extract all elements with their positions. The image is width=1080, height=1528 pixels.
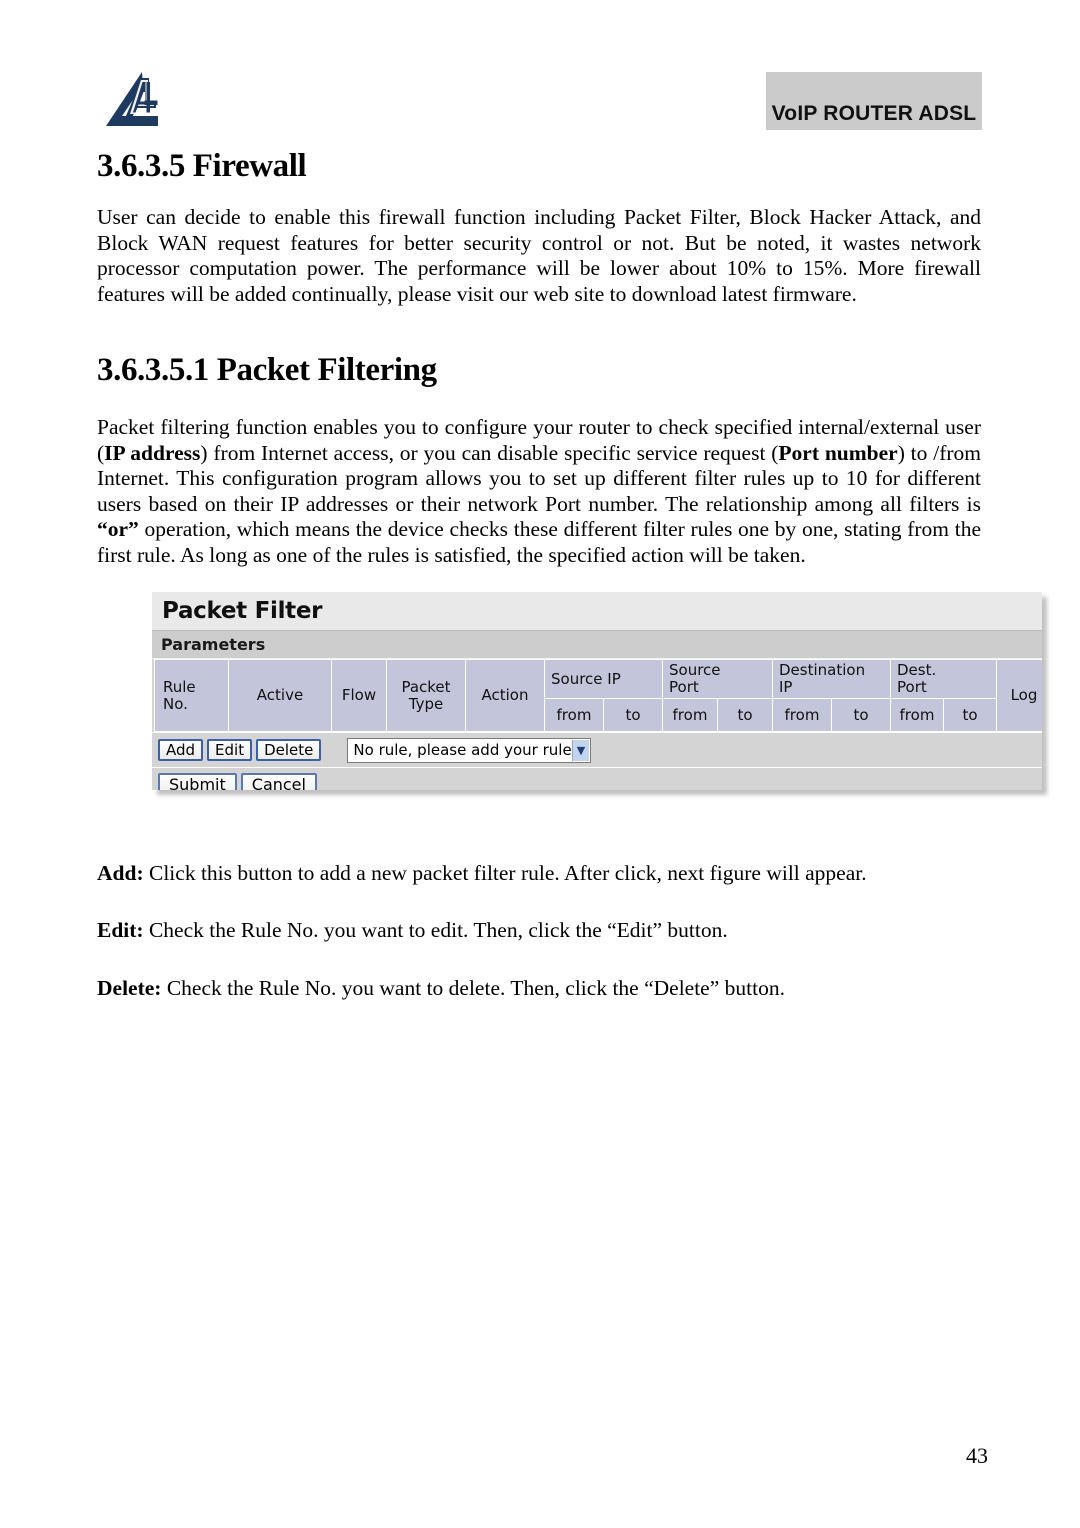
column-flow: Flow [331,659,387,732]
subcolumn-source-ip-to: to [603,698,663,732]
atlantis-triangle-a-logo-icon [100,70,164,132]
note-delete-text: Check the Rule No. you want to delete. T… [161,976,785,1000]
column-source-port-line2: Port [669,678,699,696]
ui-action-row-primary: Add Edit Delete No rule, please add your… [152,732,1042,767]
column-destination-ip-line1: Destination [779,661,866,679]
column-group-source-ip: Source IP [544,659,663,699]
ui-action-row-secondary: Submit Cancel [152,767,1042,790]
column-destination-ip-line2: IP [779,678,793,696]
note-add: Add: Click this button to add a new pack… [97,861,981,887]
column-source-port-line1: Source [669,661,721,679]
note-edit: Edit: Check the Rule No. you want to edi… [97,918,981,944]
subcolumn-source-port-from: from [662,698,718,732]
ui-titlebar: Packet Filter [152,592,1042,631]
column-dest-port-line1: Dest. [897,661,937,679]
subcolumn-destination-ip-to: to [831,698,891,732]
packet-filter-table: Rule No. Active Flow Packet Type Action … [154,659,1042,732]
delete-button[interactable]: Delete [256,739,322,761]
ui-parameters-label: Parameters [161,635,266,654]
subcolumn-dest-port-from: from [890,698,944,732]
paragraph-packet-part4: operation, which means the device checks… [97,517,981,567]
column-rule-no-left-line1: Rule [163,677,196,696]
column-packet-type-line2: Type [408,694,444,713]
note-delete-term: Delete: [97,976,162,1000]
column-action: Action [465,659,545,732]
product-badge-label: VoIP ROUTER ADSL [771,102,977,125]
column-rule-no-left-line2: No. [163,694,188,713]
chevron-down-icon[interactable]: ▼ [571,739,590,761]
ui-parameters-bar: Parameters [152,631,1042,659]
note-delete: Delete: Check the Rule No. you want to d… [97,976,981,1002]
page-header: VoIP ROUTER ADSL [0,0,1080,140]
rule-select-value: No rule, please add your rule [353,741,572,759]
column-group-destination-ip: Destination IP [772,659,891,699]
note-edit-text: Check the Rule No. you want to edit. The… [143,918,728,942]
column-group-dest-port: Dest. Port [890,659,997,699]
rule-select-dropdown[interactable]: No rule, please add your rule ▼ [347,737,592,763]
paragraph-packet-part2: ) from Internet access, or you can disab… [200,440,779,465]
term-port-number: Port number [778,440,898,465]
paragraph-firewall: User can decide to enable this firewall … [97,205,981,306]
column-rule-no-left: Rule No. [154,659,229,732]
column-packet-type: Packet Type [386,659,466,732]
page-number: 43 [966,1443,988,1468]
cancel-button[interactable]: Cancel [240,772,317,790]
heading-firewall: 3.6.3.5 Firewall [97,148,307,184]
term-ip-address: IP address [104,440,201,465]
subcolumn-destination-ip-from: from [772,698,832,732]
submit-button[interactable]: Submit [158,772,237,790]
product-badge: VoIP ROUTER ADSL [766,72,982,130]
subcolumn-source-port-to: to [717,698,773,732]
edit-button[interactable]: Edit [207,739,253,761]
column-active: Active [228,659,332,732]
ui-title: Packet Filter [162,598,323,624]
note-add-text: Click this button to add a new packet fi… [143,861,867,885]
column-packet-type-line1: Packet [401,677,451,696]
table-header-row-top: Rule No. Active Flow Packet Type Action … [154,659,1042,732]
term-or: “or” [97,517,139,541]
column-dest-port-line2: Port [897,678,927,696]
column-log: Log [996,659,1042,732]
subcolumn-source-ip-from: from [544,698,604,732]
subcolumn-dest-port-to: to [943,698,997,732]
column-group-source-port: Source Port [662,659,773,699]
note-edit-term: Edit: [97,918,144,942]
add-button[interactable]: Add [158,739,204,761]
paragraph-packet-filtering: Packet filtering function enables you to… [97,415,981,568]
heading-packet-filtering: 3.6.3.5.1 Packet Filtering [97,352,437,388]
note-add-term: Add: [97,861,144,885]
packet-filter-ui-figure: Packet Filter Parameters Rule No. Active… [152,592,1042,790]
